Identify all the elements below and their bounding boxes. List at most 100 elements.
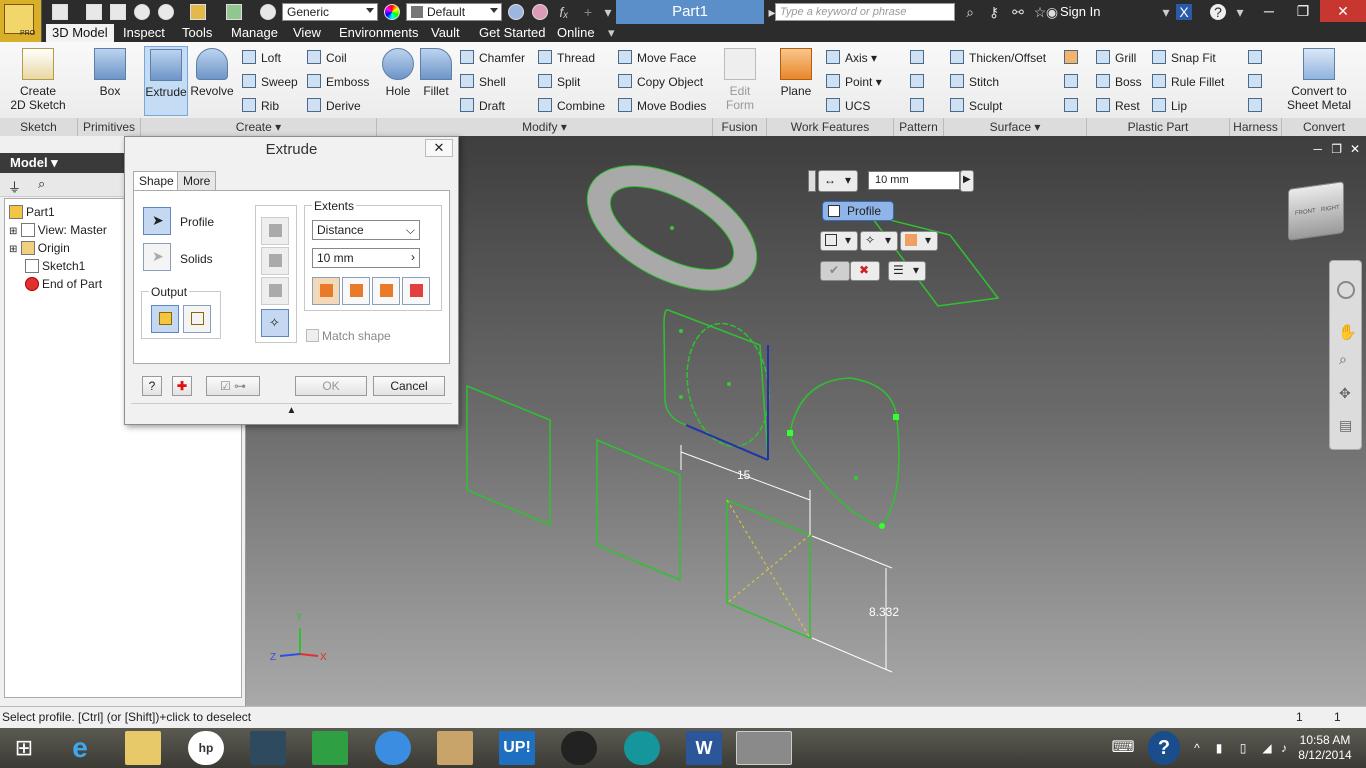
subscription-icon[interactable]: ⚯	[1010, 4, 1026, 20]
network-icon[interactable]: ▮	[1208, 731, 1230, 765]
find-icon[interactable]: ⌕	[38, 176, 45, 192]
harness-tool-3-button[interactable]	[1248, 96, 1267, 116]
user-icon[interactable]: ◉	[1044, 4, 1060, 20]
dialog-title[interactable]: Extrude	[125, 137, 458, 163]
box-button[interactable]: Box	[86, 46, 134, 116]
orbit-icon[interactable]: ✥	[1339, 385, 1351, 402]
minitoolbar-options-button[interactable]: ☰ ▾	[888, 261, 926, 281]
pan-icon[interactable]: ✋	[1338, 323, 1357, 341]
extents-type-select[interactable]: Distance ⌵	[312, 220, 420, 240]
tab-3d-model[interactable]: 3D Model	[46, 24, 114, 42]
project-icon[interactable]	[190, 4, 206, 20]
lip-button[interactable]: Lip	[1152, 96, 1187, 116]
key-icon[interactable]: ⚷	[986, 4, 1002, 20]
tab-inspect[interactable]: Inspect	[117, 24, 171, 42]
tree-item-end-of-part[interactable]: End of Part	[25, 275, 102, 293]
arduino-icon[interactable]	[624, 731, 660, 765]
file-explorer-icon[interactable]	[125, 731, 161, 765]
harness-tool-1-button[interactable]	[1248, 48, 1267, 68]
power-icon[interactable]: ▯	[1232, 731, 1254, 765]
exchange-icon[interactable]: X	[1176, 4, 1192, 20]
combine-button[interactable]: Combine	[538, 96, 605, 116]
tree-item-part1[interactable]: Part1	[9, 203, 55, 221]
binoculars-icon[interactable]: ⌕	[962, 4, 978, 20]
circular-pattern-button[interactable]	[910, 72, 929, 92]
revolve-button[interactable]: Revolve	[190, 46, 234, 116]
add-button[interactable]: ✚	[172, 376, 192, 396]
minitoolbar-ok-button[interactable]: ✔	[820, 261, 850, 281]
direction-1-button[interactable]	[312, 277, 340, 305]
tab-vault[interactable]: Vault	[425, 24, 466, 42]
viewport-minimize-icon[interactable]: ─	[1313, 142, 1322, 156]
loft-button[interactable]: Loft	[242, 48, 281, 68]
dialog-close-icon[interactable]: ✕	[425, 139, 453, 157]
fillet-button[interactable]: Fillet	[418, 46, 454, 116]
dimension-8332[interactable]: 8.332	[869, 605, 899, 619]
tab-manage[interactable]: Manage	[225, 24, 284, 42]
move-bodies-button[interactable]: Move Bodies	[618, 96, 706, 116]
dimension-15[interactable]: 15	[737, 468, 750, 482]
viewcube[interactable]: FRONT RIGHT	[1288, 181, 1344, 241]
minimize-icon[interactable]: ─	[1252, 0, 1286, 22]
steering-wheel-icon[interactable]	[1337, 281, 1355, 299]
tab-shape[interactable]: Shape	[133, 171, 180, 191]
derive-button[interactable]: Derive	[307, 96, 361, 116]
sculpt-button[interactable]: Sculpt	[950, 96, 1002, 116]
solids-selector-button[interactable]: ➤	[143, 243, 171, 271]
help-icon[interactable]: ?	[1210, 4, 1226, 20]
start-icon[interactable]: ⊞	[6, 731, 42, 765]
distance-input[interactable]: 10 mm ›	[312, 248, 420, 268]
store-icon[interactable]	[312, 731, 348, 765]
video-icon[interactable]	[250, 731, 286, 765]
cancel-button[interactable]: Cancel	[373, 376, 445, 396]
rule-fillet-button[interactable]: Rule Fillet	[1152, 72, 1224, 92]
appearance-select[interactable]: Default	[406, 3, 502, 21]
viewport-close-icon[interactable]: ✕	[1350, 142, 1360, 156]
harness-tool-2-button[interactable]	[1248, 72, 1267, 92]
minitoolbar-grip[interactable]	[808, 170, 816, 192]
wifi-icon[interactable]: ◢	[1256, 731, 1278, 765]
customize-icon[interactable]: ▾	[600, 4, 616, 20]
copy-object-button[interactable]: Copy Object	[618, 72, 703, 92]
tree-item-sketch1[interactable]: Sketch1	[25, 257, 85, 275]
adjust-icon[interactable]	[508, 4, 524, 20]
minitoolbar-cancel-button[interactable]: ✖	[850, 261, 880, 281]
inventor-taskbar-icon[interactable]	[736, 731, 792, 765]
minitoolbar-distance-input[interactable]: 10 mm	[868, 171, 960, 190]
filter-icon[interactable]: ⏚	[8, 177, 21, 196]
delete-face-button[interactable]	[1064, 96, 1083, 116]
tab-tools[interactable]: Tools	[176, 24, 218, 42]
shell-button[interactable]: Shell	[460, 72, 506, 92]
redo-icon[interactable]	[158, 4, 174, 20]
tab-online[interactable]: Online	[551, 24, 601, 42]
up-app-icon[interactable]: UP!	[499, 731, 535, 765]
hp-icon[interactable]: hp	[188, 731, 224, 765]
update-icon[interactable]	[226, 4, 242, 20]
new-icon[interactable]	[52, 4, 68, 20]
help-menu-icon[interactable]: ▾	[1232, 4, 1248, 20]
ucs-button[interactable]: UCS	[826, 96, 870, 116]
plus-icon[interactable]: +	[580, 4, 596, 20]
zoom-icon[interactable]: ⌕	[1339, 351, 1347, 368]
trim-button[interactable]	[1064, 72, 1083, 92]
clear-icon[interactable]	[532, 4, 548, 20]
tab-collapse-icon[interactable]: ▾	[602, 24, 621, 42]
save-icon[interactable]	[110, 4, 126, 20]
viewcube-right-label[interactable]: RIGHT	[1321, 205, 1340, 214]
stitch-button[interactable]: Stitch	[950, 72, 999, 92]
boss-button[interactable]: Boss	[1096, 72, 1142, 92]
output-surface-button[interactable]	[183, 305, 211, 333]
undo-icon[interactable]	[134, 4, 150, 20]
fx-icon[interactable]: fₓ	[556, 4, 572, 20]
rest-button[interactable]: Rest	[1096, 96, 1140, 116]
mirror-button[interactable]	[910, 96, 929, 116]
snap-fit-button[interactable]: Snap Fit	[1152, 48, 1216, 68]
convert-to-sheet-metal-button[interactable]: Convert to Sheet Metal	[1286, 46, 1352, 116]
emboss-button[interactable]: Emboss	[307, 72, 369, 92]
modify-panel-label[interactable]: Modify ▾	[377, 118, 713, 136]
minitoolbar-direction-button[interactable]: ▾	[900, 231, 938, 251]
split-button[interactable]: Split	[538, 72, 580, 92]
sign-in-menu-icon[interactable]: ▾	[1158, 4, 1174, 20]
profile-selector-button[interactable]: ➤	[143, 207, 171, 235]
material-select[interactable]: Generic	[282, 3, 378, 21]
